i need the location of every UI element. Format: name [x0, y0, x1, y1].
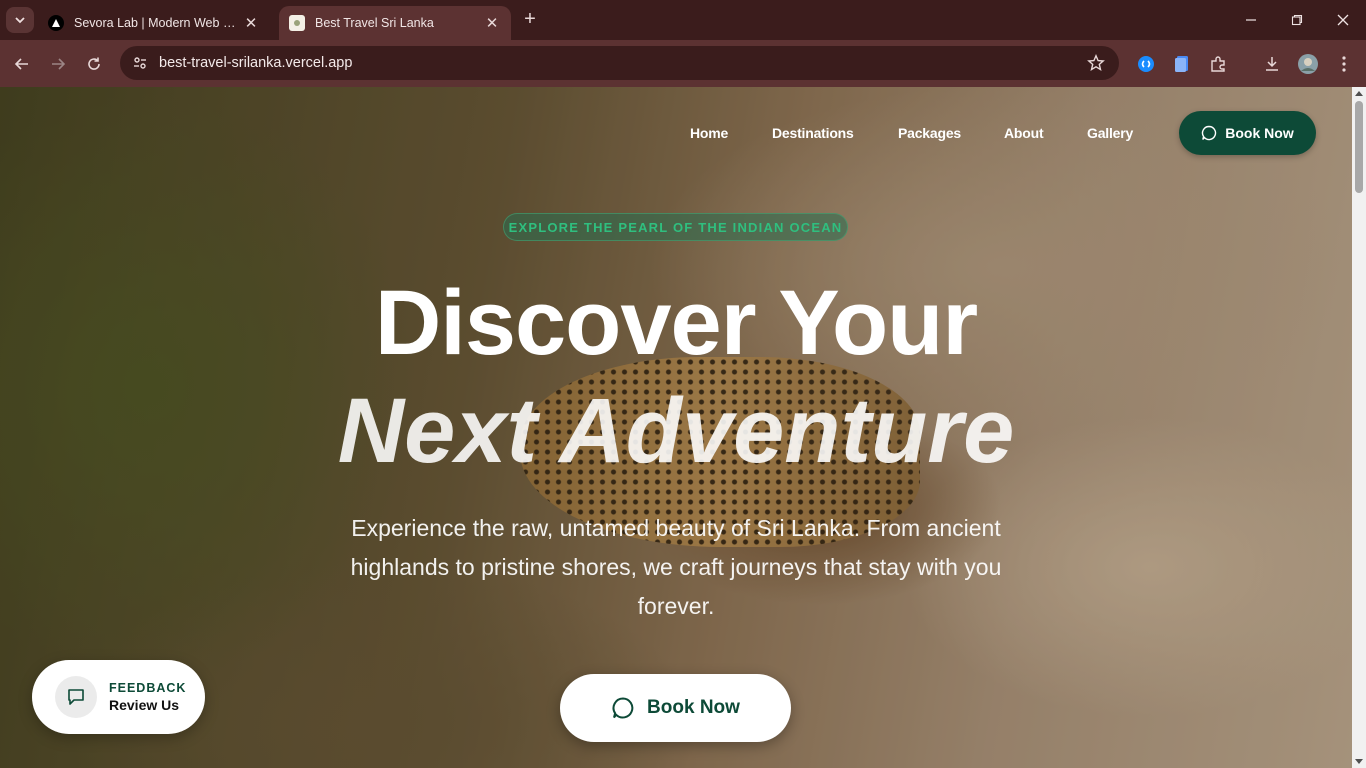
address-bar[interactable]: best-travel-srilanka.vercel.app — [120, 46, 1119, 80]
new-tab-button[interactable]: + — [518, 8, 542, 32]
forward-icon[interactable] — [44, 50, 72, 78]
tab-close-icon[interactable]: ✕ — [483, 14, 501, 32]
hero-book-now-button[interactable]: Book Now — [560, 674, 791, 742]
browser-toolbar: best-travel-srilanka.vercel.app — [0, 40, 1366, 87]
docs-extension-icon[interactable] — [1170, 52, 1194, 76]
chevron-down-icon — [15, 17, 25, 24]
close-window-icon[interactable] — [1320, 0, 1366, 40]
nav-link-packages[interactable]: Packages — [898, 125, 961, 141]
whatsapp-icon — [612, 697, 634, 719]
tab-best-travel[interactable]: Best Travel Sri Lanka ✕ — [279, 6, 511, 40]
sevora-favicon-icon — [48, 15, 64, 31]
tab-title: Sevora Lab | Modern Web Solutions — [74, 16, 242, 30]
hero-headline-line1: Discover Your — [374, 272, 978, 374]
site-navigation: Home Destinations Packages About Gallery… — [0, 111, 1352, 155]
review-us-label: Review Us — [109, 697, 180, 713]
maximize-icon[interactable] — [1274, 0, 1320, 40]
tab-title: Best Travel Sri Lanka — [315, 16, 434, 30]
nav-book-now-button[interactable]: Book Now — [1179, 111, 1316, 155]
hero-headline-line2: Next Adventure — [337, 380, 1015, 482]
hero-subtitle: Experience the raw, untamed beauty of Sr… — [350, 515, 1002, 619]
tab-search-button[interactable] — [6, 7, 34, 33]
hero-badge: EXPLORE THE PEARL OF THE INDIAN OCEAN — [503, 213, 848, 241]
menu-icon[interactable] — [1332, 52, 1356, 76]
hero-book-now-label: Book Now — [647, 697, 740, 718]
tab-sevora-lab[interactable]: Sevora Lab | Modern Web Solutions ✕ — [38, 6, 270, 40]
feedback-button[interactable]: FEEDBACK Review Us — [32, 660, 205, 734]
minimize-icon[interactable] — [1228, 0, 1274, 40]
nav-link-destinations[interactable]: Destinations — [772, 125, 854, 141]
nav-link-about[interactable]: About — [1004, 125, 1044, 141]
feedback-label: FEEDBACK — [109, 681, 187, 695]
chat-bubble-icon — [55, 676, 97, 718]
back-icon[interactable] — [8, 50, 36, 78]
scrollbar-thumb[interactable] — [1355, 101, 1363, 193]
url-text: best-travel-srilanka.vercel.app — [159, 55, 353, 71]
nav-link-home[interactable]: Home — [690, 125, 728, 141]
profile-avatar[interactable] — [1296, 52, 1320, 76]
scroll-down-arrow-icon[interactable] — [1355, 759, 1363, 764]
shazam-extension-icon[interactable] — [1134, 52, 1158, 76]
tab-close-icon[interactable]: ✕ — [242, 14, 260, 32]
hero-section: Home Destinations Packages About Gallery… — [0, 87, 1352, 768]
extension-icon[interactable] — [1206, 52, 1230, 76]
browser-tab-bar: Sevora Lab | Modern Web Solutions ✕ Best… — [0, 0, 1366, 40]
whatsapp-icon — [1202, 125, 1217, 141]
page-scrollbar[interactable] — [1352, 87, 1366, 768]
reload-icon[interactable] — [80, 50, 108, 78]
travel-favicon-icon — [289, 15, 305, 31]
site-info-icon[interactable] — [122, 46, 158, 80]
scroll-up-arrow-icon[interactable] — [1355, 91, 1363, 96]
bookmark-star-icon[interactable] — [1087, 54, 1105, 77]
downloads-icon[interactable] — [1260, 52, 1284, 76]
nav-link-gallery[interactable]: Gallery — [1087, 125, 1133, 141]
nav-book-now-label: Book Now — [1225, 125, 1294, 141]
